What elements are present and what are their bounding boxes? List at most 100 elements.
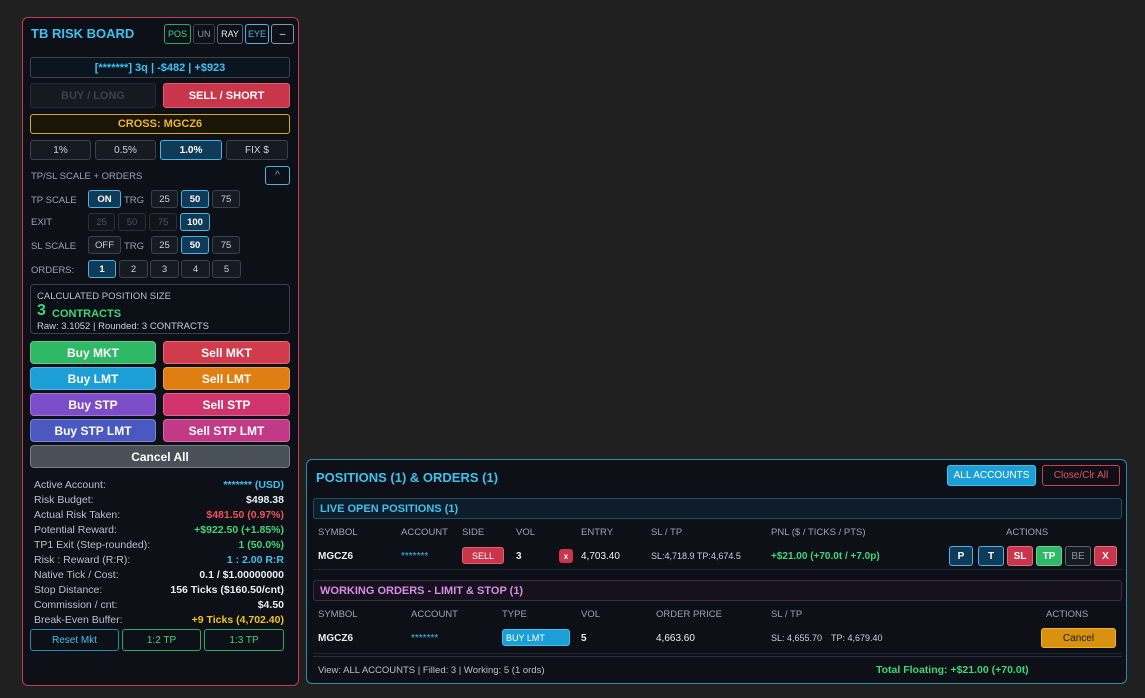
risk-board-panel: TB RISK BOARD POS UN RAY EYE – [*******]… xyxy=(22,17,299,686)
orders-1[interactable]: 1 xyxy=(88,260,116,278)
minimize-button[interactable]: – xyxy=(271,24,294,44)
calc-qty: 3 xyxy=(37,302,46,319)
action-close-button[interactable]: X xyxy=(1094,546,1117,566)
col-vol: VOL xyxy=(516,527,536,538)
scale-section-label: TP/SL SCALE + ORDERS xyxy=(31,171,143,182)
col-side: SIDE xyxy=(462,527,485,538)
reset-market-button[interactable]: Reset Mkt xyxy=(30,629,119,651)
collapse-scale-button[interactable]: ^ xyxy=(265,166,290,185)
risk-option-05pct[interactable]: 0.5% xyxy=(95,140,156,160)
wcol-actions: ACTIONS xyxy=(1046,609,1089,620)
buy-stop-limit-button[interactable]: Buy STP LMT xyxy=(30,419,156,442)
view-status: View: ALL ACCOUNTS | Filled: 3 | Working… xyxy=(318,665,545,676)
orders-4[interactable]: 4 xyxy=(181,260,210,278)
tp-1to2-button[interactable]: 1:2 TP xyxy=(122,629,201,651)
order-tp: TP: 4,679.40 xyxy=(831,633,883,643)
action-p-button[interactable]: P xyxy=(949,546,973,566)
order-type-badge: BUY LMT xyxy=(502,629,570,646)
exit-25[interactable]: 25 xyxy=(88,213,115,231)
stat-row: Commission / cnt: $4.50 xyxy=(34,598,284,613)
col-pnl: PNL ($ / TICKS / PTS) xyxy=(771,527,866,538)
calculated-size-box: CALCULATED POSITION SIZE 3 CONTRACTS Raw… xyxy=(30,284,290,334)
wcol-price: ORDER PRICE xyxy=(656,609,722,620)
tp-scale-75[interactable]: 75 xyxy=(212,190,240,208)
stat-row: Actual Risk Taken: $481.50 (0.97%) xyxy=(34,507,284,522)
sl-scale-toggle[interactable]: OFF xyxy=(88,236,121,254)
stat-label: Native Tick / Cost: xyxy=(34,569,119,582)
action-t-button[interactable]: T xyxy=(978,546,1004,566)
stat-value: $498.38 xyxy=(246,493,284,506)
tp-1to3-button[interactable]: 1:3 TP xyxy=(204,629,284,651)
stat-value: 1 (50.0%) xyxy=(238,538,284,551)
position-pnl: +$21.00 (+70.0t / +7.0p) xyxy=(771,551,880,562)
risk-option-10pct[interactable]: 1.0% xyxy=(160,140,222,160)
cancel-all-button[interactable]: Cancel All xyxy=(30,445,290,468)
cancel-order-button[interactable]: Cancel xyxy=(1041,628,1116,648)
close-clear-all-button[interactable]: Close/Clr All xyxy=(1042,465,1120,486)
stat-value: $481.50 (0.97%) xyxy=(206,508,284,521)
position-sl-tp: SL:4,718.9 TP:4,674.5 xyxy=(651,551,741,561)
tp-trg-label: TRG xyxy=(124,195,145,206)
sl-scale-25[interactable]: 25 xyxy=(151,236,178,254)
sell-market-button[interactable]: Sell MKT xyxy=(163,341,290,364)
action-be-button[interactable]: BE xyxy=(1065,546,1091,566)
toggle-eye-button[interactable]: EYE xyxy=(245,24,269,44)
stat-label: Active Account: xyxy=(34,478,106,491)
sl-scale-50[interactable]: 50 xyxy=(181,236,209,254)
tp-scale-25[interactable]: 25 xyxy=(151,190,178,208)
order-sl: SL: 4,655.70 xyxy=(771,633,823,643)
wcol-vol: VOL xyxy=(581,609,601,620)
tp-scale-50[interactable]: 50 xyxy=(181,190,209,208)
risk-option-fixed[interactable]: FIX $ xyxy=(226,140,288,160)
buy-market-button[interactable]: Buy MKT xyxy=(30,341,156,364)
wcol-type: TYPE xyxy=(502,609,527,620)
col-entry: ENTRY xyxy=(581,527,614,538)
position-close-x-button[interactable]: x xyxy=(559,549,573,563)
sl-scale-label: SL SCALE xyxy=(31,241,77,252)
stat-value: +$922.50 (+1.85%) xyxy=(194,523,284,536)
sell-limit-button[interactable]: Sell LMT xyxy=(163,367,290,390)
action-tp-button[interactable]: TP xyxy=(1036,546,1062,566)
sell-short-button[interactable]: SELL / SHORT xyxy=(163,83,290,108)
order-symbol: MGCZ6 xyxy=(318,633,353,644)
tp-scale-toggle[interactable]: ON xyxy=(88,190,121,208)
buy-stop-button[interactable]: Buy STP xyxy=(30,393,156,416)
calc-unit: CONTRACTS xyxy=(52,308,122,320)
col-actions: ACTIONS xyxy=(1006,527,1049,538)
stat-row: Stop Distance: 156 Ticks ($160.50/cnt) xyxy=(34,583,284,598)
order-vol: 5 xyxy=(581,633,587,644)
orders-2[interactable]: 2 xyxy=(119,260,148,278)
toggle-un-button[interactable]: UN xyxy=(193,24,215,44)
stat-value: ******* (USD) xyxy=(223,478,284,491)
col-account: ACCOUNT xyxy=(401,527,448,538)
sell-stop-limit-button[interactable]: Sell STP LMT xyxy=(163,419,290,442)
sl-scale-75[interactable]: 75 xyxy=(212,236,240,254)
exit-50[interactable]: 50 xyxy=(118,213,146,231)
stat-label: Risk Budget: xyxy=(34,493,94,506)
position-entry: 4,703.40 xyxy=(581,551,620,562)
orders-3[interactable]: 3 xyxy=(150,260,179,278)
orders-5[interactable]: 5 xyxy=(212,260,241,278)
exit-75[interactable]: 75 xyxy=(149,213,177,231)
toggle-ray-button[interactable]: RAY xyxy=(217,24,243,44)
stat-row: Risk Budget: $498.38 xyxy=(34,492,284,507)
action-sl-button[interactable]: SL xyxy=(1007,546,1033,566)
positions-orders-panel: POSITIONS (1) & ORDERS (1) ALL ACCOUNTS … xyxy=(306,459,1127,684)
exit-100[interactable]: 100 xyxy=(180,213,210,231)
stat-label: Commission / cnt: xyxy=(34,599,118,612)
toggle-pos-button[interactable]: POS xyxy=(164,24,191,44)
sell-stop-button[interactable]: Sell STP xyxy=(163,393,290,416)
total-floating: Total Floating: +$21.00 (+70.0t) xyxy=(876,664,1029,676)
buy-long-button[interactable]: BUY / LONG xyxy=(30,83,156,108)
stat-row: Break-Even Buffer: +9 Ticks (4,702.40) xyxy=(34,613,284,628)
wcol-sl-tp: SL / TP xyxy=(771,609,803,620)
positions-title: POSITIONS (1) & ORDERS (1) xyxy=(316,470,499,485)
risk-option-1pct[interactable]: 1% xyxy=(30,140,91,160)
stat-row: Native Tick / Cost: 0.1 / $1.00000000 xyxy=(34,568,284,583)
stat-label: Actual Risk Taken: xyxy=(34,508,121,521)
all-accounts-button[interactable]: ALL ACCOUNTS xyxy=(947,465,1036,486)
col-sl-tp: SL / TP xyxy=(651,527,683,538)
stat-row: Potential Reward: +$922.50 (+1.85%) xyxy=(34,522,284,537)
buy-limit-button[interactable]: Buy LMT xyxy=(30,367,156,390)
position-side-badge: SELL xyxy=(462,547,504,564)
